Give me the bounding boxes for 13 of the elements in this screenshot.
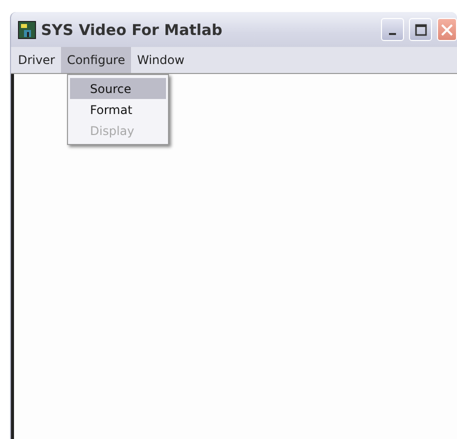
minimize-button[interactable] — [381, 18, 404, 41]
maximize-icon — [414, 24, 426, 36]
window-title: SYS Video For Matlab — [41, 20, 222, 38]
menu-option[interactable]: Format — [70, 99, 166, 120]
menu-item[interactable]: Configure — [60, 47, 132, 73]
maximize-button[interactable] — [409, 18, 432, 41]
close-icon — [441, 24, 453, 36]
menu-item[interactable]: Window — [131, 47, 190, 73]
menu-option[interactable]: Source — [70, 78, 166, 99]
menu-item[interactable]: Driver — [12, 47, 61, 73]
app-icon — [18, 20, 36, 38]
close-button[interactable] — [437, 18, 457, 41]
minimize-icon — [389, 32, 396, 34]
